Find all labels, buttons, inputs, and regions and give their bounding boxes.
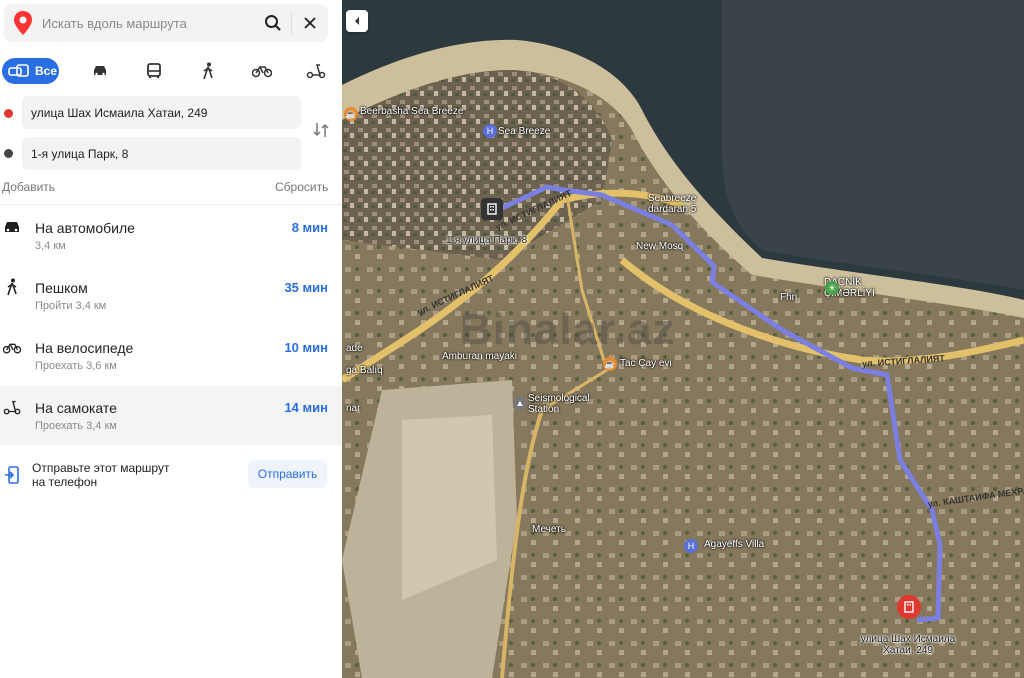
- route-time: 35 мин: [284, 280, 328, 295]
- from-field[interactable]: улица Шах Исмаила Хатаи, 249: [22, 96, 301, 129]
- origin-marker[interactable]: [481, 198, 503, 220]
- collapse-panel-button[interactable]: [346, 10, 368, 32]
- scooter-icon: [306, 64, 326, 79]
- mode-all-label: Все: [35, 64, 58, 78]
- poi-label-nar[interactable]: nar: [346, 403, 360, 414]
- bus-icon: [147, 63, 161, 78]
- route-time: 8 мин: [291, 220, 328, 235]
- origin-label[interactable]: 1-я улица Парк, 8: [446, 235, 527, 246]
- poi-label-tac-cay[interactable]: Tac Çay evi: [620, 358, 672, 369]
- map-view[interactable]: Beerbasha Sea Breeze Sea Breeze Seabreez…: [342, 0, 1024, 678]
- watermark: Binalar.az: [460, 305, 676, 354]
- search-icon: [265, 15, 281, 31]
- poi-label-seismo[interactable]: Seismological Station: [528, 393, 598, 415]
- cafe-icon[interactable]: ☕: [603, 357, 617, 371]
- poi-label-baliq[interactable]: ga Balıq: [346, 365, 383, 376]
- send-button[interactable]: Отправить: [248, 460, 327, 488]
- route-distance: Проехать 3,6 км: [35, 360, 117, 372]
- poi-label-agayeffs[interactable]: Agayeffs Villa: [704, 539, 764, 550]
- car-icon: [5, 222, 19, 232]
- phone-send-icon: [5, 466, 19, 484]
- divider: [0, 204, 342, 205]
- bike-icon: [3, 343, 21, 354]
- mode-bus-button[interactable]: [143, 61, 165, 81]
- poi-label-sea-breeze[interactable]: Sea Breeze: [498, 126, 550, 137]
- search-button[interactable]: [255, 5, 291, 41]
- all-modes-icon: [8, 64, 29, 77]
- route-panel: Искать вдоль маршрута Все улица Шах Исма…: [0, 0, 342, 678]
- transport-modes: Все: [0, 56, 342, 86]
- route-option-scooter[interactable]: На самокате Проехать 3,4 км 14 мин: [0, 386, 342, 445]
- route-option-bike[interactable]: На велосипеде Проехать 3,6 км 10 мин: [0, 326, 342, 385]
- satellite-map: [342, 0, 1024, 678]
- route-option-walk[interactable]: Пешком Пройти 3,4 км 35 мин: [0, 266, 342, 325]
- route-title: На самокате: [35, 400, 117, 416]
- building-icon: [487, 203, 497, 215]
- route-time: 14 мин: [284, 400, 328, 415]
- hotel-icon[interactable]: H: [483, 124, 497, 138]
- villa-icon[interactable]: H: [684, 539, 698, 553]
- route-distance: 3,4 км: [35, 240, 66, 252]
- send-to-phone: Отправьте этот маршрут на телефон Отправ…: [0, 455, 342, 500]
- poi-label-ade[interactable]: ade: [346, 343, 363, 354]
- end-point-dot: [4, 149, 13, 158]
- reset-link[interactable]: Сбросить: [275, 180, 328, 194]
- car-icon: [94, 66, 106, 76]
- walk-icon: [203, 62, 213, 80]
- poi-label-beerbasha[interactable]: Beerbasha Sea Breeze: [360, 106, 463, 117]
- route-option-car[interactable]: На автомобиле 3,4 км 8 мин: [0, 206, 342, 265]
- scooter-icon: [3, 400, 21, 415]
- route-distance: Проехать 3,4 км: [35, 420, 117, 432]
- route-distance: Пройти 3,4 км: [35, 300, 107, 312]
- mode-all-button[interactable]: Все: [2, 58, 59, 84]
- food-icon[interactable]: ☕: [344, 107, 358, 121]
- route-title: Пешком: [35, 280, 88, 296]
- mode-car-button[interactable]: [89, 61, 111, 81]
- route-time: 10 мин: [284, 340, 328, 355]
- poi-label-seabreeze-dardaran[interactable]: Seabreeze dardaran 5: [648, 193, 728, 215]
- poi-label-new-mosque[interactable]: New Mosq: [636, 241, 683, 252]
- bike-icon: [252, 66, 272, 78]
- mode-scooter-button[interactable]: [305, 61, 327, 81]
- send-text: Отправьте этот маршрут на телефон: [32, 461, 170, 489]
- beach-icon[interactable]: ☀: [825, 281, 839, 295]
- poi-label-mechet[interactable]: Мечеть: [532, 524, 566, 535]
- search-bar[interactable]: Искать вдоль маршрута: [4, 4, 328, 42]
- mode-bike-button[interactable]: [251, 61, 273, 81]
- to-field[interactable]: 1-я улица Парк, 8: [22, 137, 301, 170]
- destination-label[interactable]: улица Шах Исмаила Хатаи, 249: [852, 634, 964, 656]
- swap-icon[interactable]: [311, 120, 331, 140]
- chevron-left-icon: [355, 17, 359, 25]
- add-point-link[interactable]: Добавить: [2, 180, 55, 194]
- mode-walk-button[interactable]: [197, 61, 219, 81]
- start-point-dot: [4, 109, 13, 118]
- close-icon: [304, 17, 316, 29]
- route-title: На велосипеде: [35, 340, 134, 356]
- landmark-icon[interactable]: ▲: [513, 396, 527, 410]
- destination-marker[interactable]: [897, 595, 921, 619]
- search-input[interactable]: Искать вдоль маршрута: [42, 16, 255, 31]
- location-pin-icon: [14, 11, 32, 35]
- walk-icon: [7, 278, 17, 296]
- route-title: На автомобиле: [35, 220, 135, 236]
- building-icon: [904, 601, 914, 613]
- close-button[interactable]: [292, 5, 328, 41]
- poi-label-fhn[interactable]: Fhn: [780, 292, 797, 303]
